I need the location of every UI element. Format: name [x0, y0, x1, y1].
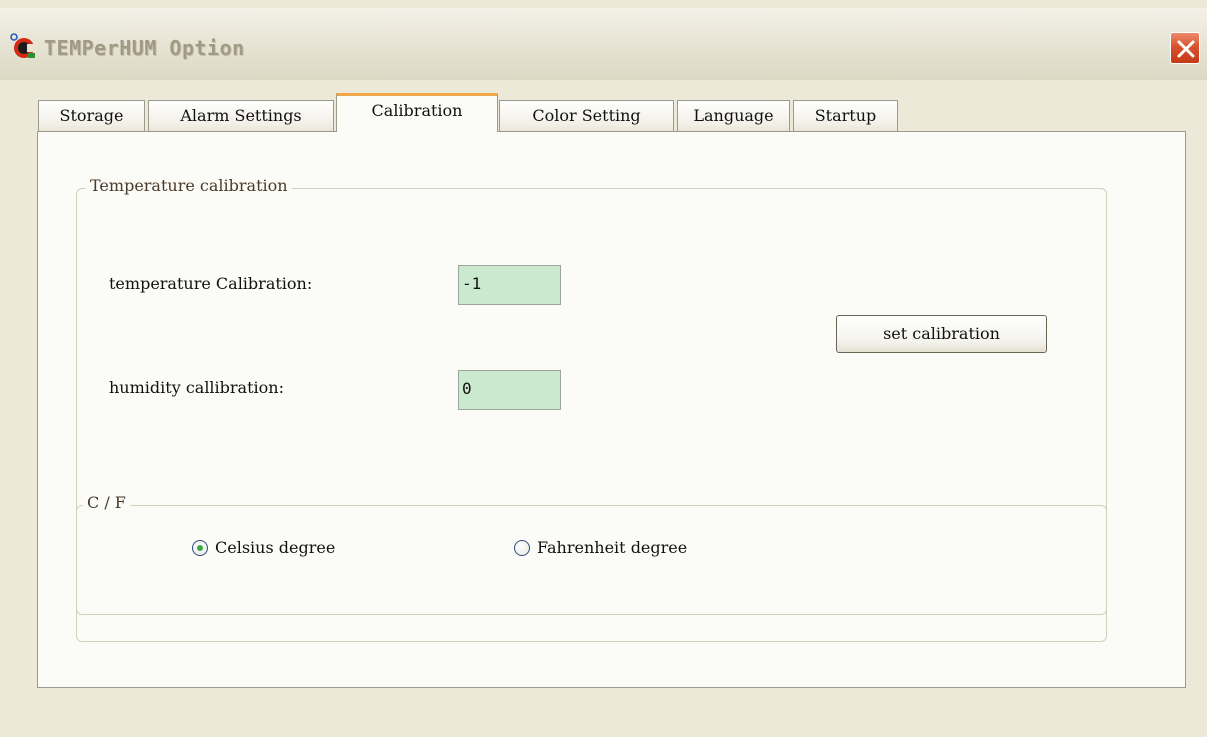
unit-group — [76, 505, 1107, 615]
radio-unselected-icon — [514, 539, 530, 556]
tab-calibration[interactable]: Calibration — [336, 93, 498, 132]
temperature-calibration-label: temperature Calibration: — [109, 274, 313, 293]
set-calibration-button[interactable]: set calibration — [836, 315, 1047, 353]
title-bar[interactable]: TEMPerHUM Option — [0, 8, 1207, 80]
celsius-radio[interactable]: Celsius degree — [192, 538, 335, 557]
tab-language[interactable]: Language — [677, 100, 790, 131]
humidity-calibration-label: humidity callibration: — [109, 378, 284, 397]
tab-startup[interactable]: Startup — [793, 100, 898, 131]
temperature-calibration-legend: Temperature calibration — [86, 176, 292, 195]
window-title: TEMPerHUM Option — [44, 36, 245, 60]
tab-alarm-settings[interactable]: Alarm Settings — [148, 100, 334, 131]
temperature-calibration-input[interactable]: -1 — [458, 265, 561, 305]
close-button[interactable] — [1170, 32, 1200, 64]
calibration-tab-page: Temperature calibration temperature Cali… — [37, 131, 1186, 688]
option-window: TEMPerHUM Option Storage Alarm Settings … — [0, 0, 1207, 737]
fahrenheit-radio-label: Fahrenheit degree — [537, 538, 688, 557]
tab-storage[interactable]: Storage — [38, 100, 145, 131]
radio-selected-icon — [192, 539, 208, 556]
thermometer-app-icon — [10, 33, 36, 59]
tab-color-setting[interactable]: Color Setting — [499, 100, 674, 131]
close-icon — [1177, 40, 1195, 58]
unit-group-legend: C / F — [83, 493, 130, 512]
celsius-radio-label: Celsius degree — [215, 538, 336, 557]
humidity-calibration-input[interactable]: 0 — [458, 370, 561, 410]
fahrenheit-radio[interactable]: Fahrenheit degree — [514, 538, 687, 557]
